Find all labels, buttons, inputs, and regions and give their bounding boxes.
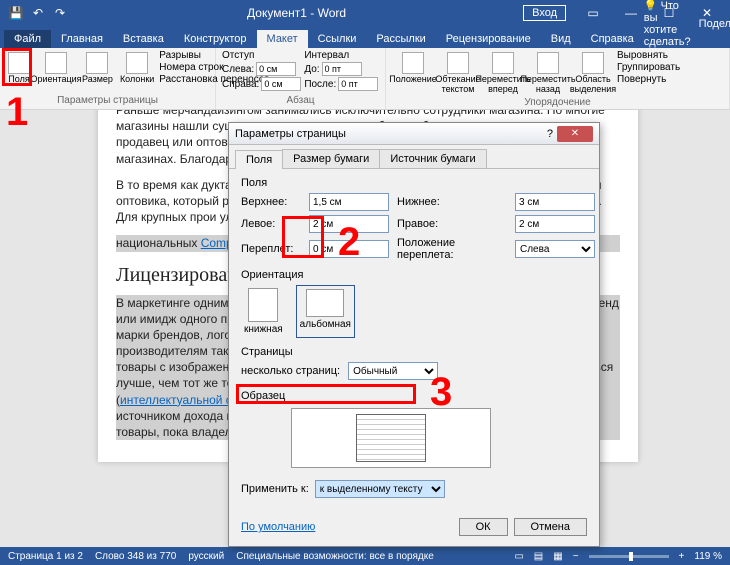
- status-page[interactable]: Страница 1 из 2: [8, 551, 83, 562]
- spacing-label: Интервал: [304, 50, 378, 61]
- status-words[interactable]: Слово 348 из 770: [95, 551, 176, 562]
- login-button[interactable]: Вход: [523, 5, 566, 21]
- wrap-text-button[interactable]: Обтекание текстом: [437, 50, 479, 97]
- spacing-after-input[interactable]: [338, 77, 378, 91]
- orientation-button[interactable]: Ориентация: [35, 50, 77, 87]
- view-print-icon[interactable]: ▤: [534, 551, 543, 562]
- size-button[interactable]: Размер: [80, 50, 115, 87]
- sample-preview: [291, 408, 491, 468]
- group-button[interactable]: Группировать: [617, 62, 680, 73]
- apply-to-select[interactable]: к выделенному тексту: [315, 480, 445, 498]
- orientation-landscape[interactable]: альбомная: [296, 285, 355, 338]
- rotate-button[interactable]: Повернуть: [617, 74, 680, 85]
- tab-references[interactable]: Ссылки: [308, 30, 367, 48]
- selection-pane-button[interactable]: Область выделения: [572, 50, 614, 97]
- tab-insert[interactable]: Вставка: [113, 30, 174, 48]
- cancel-button[interactable]: Отмена: [514, 518, 587, 536]
- undo-icon[interactable]: ↶: [28, 3, 48, 23]
- view-read-icon[interactable]: ▭: [514, 551, 523, 562]
- tab-mailings[interactable]: Рассылки: [366, 30, 435, 48]
- ribbon-tabs: Файл Главная Вставка Конструктор Макет С…: [0, 26, 730, 48]
- tab-file[interactable]: Файл: [4, 30, 51, 48]
- annotation-box-3: [236, 384, 416, 404]
- annotation-box-1: [2, 48, 32, 86]
- tab-home[interactable]: Главная: [51, 30, 113, 48]
- zoom-out-icon[interactable]: −: [573, 551, 579, 562]
- gutter-position-select[interactable]: Слева: [515, 240, 595, 258]
- ok-button[interactable]: ОК: [459, 518, 508, 536]
- spacing-before-input[interactable]: [322, 62, 362, 76]
- columns-button[interactable]: Колонки: [118, 50, 156, 87]
- orientation-section-label: Ориентация: [241, 269, 587, 281]
- margins-section-label: Поля: [241, 177, 587, 189]
- dialog-close-button[interactable]: ✕: [557, 126, 593, 142]
- ribbon: Поля Ориентация Размер Колонки Разрывы Н…: [0, 48, 730, 110]
- annotation-2: 2: [338, 220, 360, 265]
- view-web-icon[interactable]: ▦: [553, 551, 562, 562]
- arrange-group-label: Упорядочение: [392, 97, 723, 109]
- tab-review[interactable]: Рецензирование: [436, 30, 541, 48]
- set-default-button[interactable]: По умолчанию: [241, 521, 315, 533]
- document-title: Документ1 - Word: [70, 6, 523, 20]
- align-button[interactable]: Выровнять: [617, 50, 680, 61]
- tab-layout[interactable]: Макет: [257, 30, 308, 48]
- margin-bottom-input[interactable]: [515, 193, 595, 211]
- zoom-level[interactable]: 119 %: [694, 551, 722, 562]
- share-button[interactable]: Поделиться: [699, 18, 730, 30]
- tab-design[interactable]: Конструктор: [174, 30, 257, 48]
- ribbon-options-icon[interactable]: ▭: [576, 3, 610, 23]
- dialog-tab-source[interactable]: Источник бумаги: [379, 149, 486, 168]
- redo-icon[interactable]: ↷: [50, 3, 70, 23]
- annotation-3: 3: [430, 370, 452, 415]
- indent-label: Отступ: [222, 50, 301, 61]
- zoom-in-icon[interactable]: +: [679, 551, 685, 562]
- multiple-pages-select[interactable]: Обычный: [348, 362, 438, 380]
- status-bar: Страница 1 из 2 Слово 348 из 770 русский…: [0, 547, 730, 565]
- orientation-portrait[interactable]: книжная: [241, 285, 286, 338]
- annotation-1: 1: [6, 90, 28, 135]
- page-setup-group-label: Параметры страницы: [6, 95, 209, 107]
- dialog-tab-margins[interactable]: Поля: [235, 150, 283, 169]
- pages-section-label: Страницы: [241, 346, 587, 358]
- save-icon[interactable]: 💾: [6, 3, 26, 23]
- margin-top-input[interactable]: [309, 193, 389, 211]
- dialog-title: Параметры страницы: [235, 128, 547, 140]
- indent-left-input[interactable]: [256, 62, 296, 76]
- status-lang[interactable]: русский: [188, 551, 224, 562]
- tell-me-search[interactable]: 💡 Что вы хотите сделать?: [644, 0, 691, 48]
- dialog-tab-paper[interactable]: Размер бумаги: [282, 149, 380, 168]
- indent-right-input[interactable]: [261, 77, 301, 91]
- paragraph-group-label: Абзац: [222, 95, 379, 107]
- position-button[interactable]: Положение: [392, 50, 434, 87]
- bring-forward-button[interactable]: Переместить вперед: [482, 50, 524, 97]
- tab-view[interactable]: Вид: [541, 30, 581, 48]
- tab-help[interactable]: Справка: [581, 30, 644, 48]
- margin-right-input[interactable]: [515, 215, 595, 233]
- send-backward-button[interactable]: Переместить назад: [527, 50, 569, 97]
- title-bar: 💾 ↶ ↷ Документ1 - Word Вход ▭ — ☐ ✕: [0, 0, 730, 26]
- annotation-box-2: [282, 216, 324, 258]
- page-setup-dialog: Параметры страницы ? ✕ Поля Размер бумаг…: [228, 122, 600, 547]
- dialog-help-icon[interactable]: ?: [547, 128, 553, 140]
- zoom-slider[interactable]: [589, 555, 669, 558]
- status-accessibility[interactable]: Специальные возможности: все в порядке: [236, 551, 434, 562]
